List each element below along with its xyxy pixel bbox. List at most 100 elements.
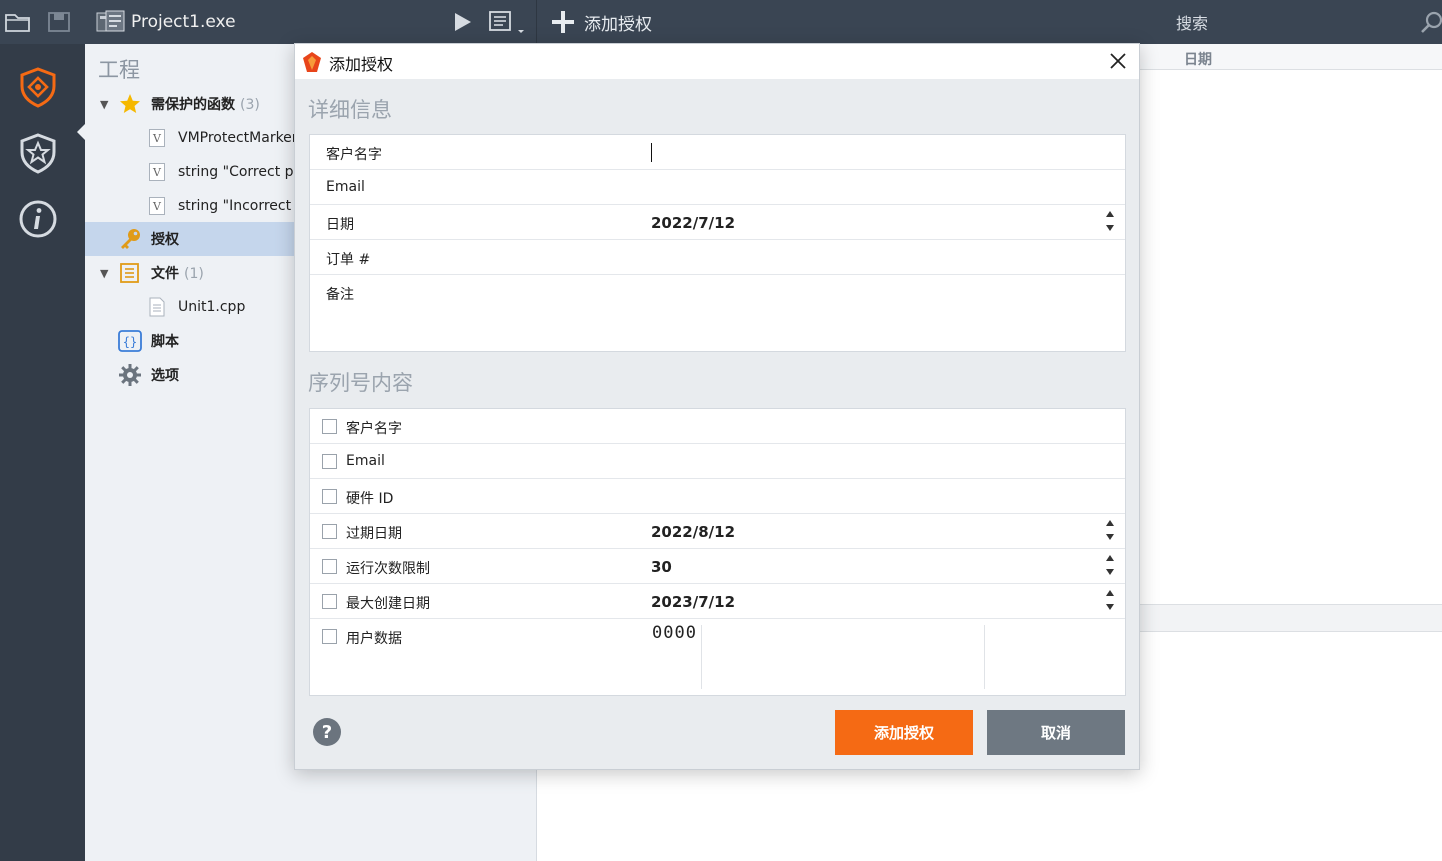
serial-hwid-row[interactable]: 硬件 ID: [310, 479, 1125, 514]
hwid-label: 硬件 ID: [346, 491, 394, 507]
details-grid: 客户名字 Email 日期 2022/7/12 订单 # 备注: [309, 134, 1126, 352]
dialog-title: 添加授权: [329, 55, 394, 74]
run-limit-spinner[interactable]: [1098, 553, 1122, 580]
document-icon: [149, 297, 165, 317]
top-toolbar: Project1.exe 添加授权 搜索: [0, 0, 1442, 44]
max-build-spinner[interactable]: [1098, 588, 1122, 615]
info-icon[interactable]: [17, 198, 59, 240]
spin-down-icon[interactable]: [1106, 604, 1114, 610]
protection-shield-icon[interactable]: [17, 66, 59, 108]
notes-row[interactable]: 备注: [310, 275, 1125, 351]
hex-column-divider: [984, 625, 985, 689]
expand-arrow-icon[interactable]: ▼: [100, 98, 108, 111]
star-shield-icon[interactable]: [17, 132, 59, 174]
spin-down-icon[interactable]: [1106, 534, 1114, 540]
spin-down-icon[interactable]: [1106, 225, 1114, 231]
dialog-titlebar: 添加授权: [295, 44, 1139, 79]
save-icon[interactable]: [47, 0, 71, 44]
expiry-checkbox[interactable]: [322, 524, 337, 539]
cancel-button[interactable]: 取消: [987, 710, 1125, 755]
tree-title: 工程: [98, 58, 140, 82]
user-data-label: 用户数据: [346, 631, 402, 647]
run-icon[interactable]: [450, 0, 474, 44]
expiry-spinner[interactable]: [1098, 518, 1122, 545]
add-license-toolbar-button[interactable]: 添加授权: [584, 0, 652, 44]
spin-up-icon[interactable]: [1106, 520, 1114, 526]
serial-user-data-row[interactable]: 用户数据 0000: [310, 619, 1125, 695]
run-limit-label: 运行次数限制: [346, 561, 430, 577]
notes-label: 备注: [326, 287, 354, 303]
toolbar-divider: [536, 0, 537, 44]
customer-name-checkbox[interactable]: [322, 419, 337, 434]
active-rail-indicator: [77, 124, 85, 140]
exe-file-icon: [96, 0, 126, 44]
serial-customer-name-row[interactable]: 客户名字: [310, 409, 1125, 444]
date-column-label: 日期: [1184, 52, 1212, 68]
open-folder-icon[interactable]: [4, 0, 32, 44]
date-row[interactable]: 日期 2022/7/12: [310, 205, 1125, 240]
max-build-checkbox[interactable]: [322, 594, 337, 609]
tree-label: 文件 (1): [151, 266, 204, 282]
max-build-label: 最大创建日期: [346, 596, 430, 612]
serial-customer-name-label: 客户名字: [346, 421, 402, 437]
serial-section-title: 序列号内容: [308, 371, 413, 395]
plus-icon[interactable]: [550, 0, 576, 44]
serial-expiry-row[interactable]: 过期日期 2022/8/12: [310, 514, 1125, 549]
search-icon[interactable]: [1420, 0, 1442, 44]
search-label: 搜索: [1176, 14, 1209, 33]
max-build-input[interactable]: 2023/7/12: [651, 593, 735, 611]
serial-email-label: Email: [346, 453, 385, 469]
add-license-button[interactable]: 添加授权: [835, 710, 973, 755]
function-v-icon: V: [149, 129, 165, 147]
project-title: Project1.exe: [131, 12, 236, 32]
text-cursor: [651, 143, 652, 162]
date-spinner[interactable]: [1098, 209, 1122, 236]
tree-label: 选项: [151, 368, 179, 384]
compile-menu-icon[interactable]: [488, 0, 528, 44]
key-icon: [118, 228, 142, 250]
expand-arrow-icon[interactable]: ▼: [100, 267, 108, 280]
date-input[interactable]: 2022/7/12: [651, 214, 735, 232]
spin-down-icon[interactable]: [1106, 569, 1114, 575]
spin-up-icon[interactable]: [1106, 555, 1114, 561]
customer-name-row[interactable]: 客户名字: [310, 135, 1125, 170]
details-section-title: 详细信息: [308, 98, 392, 122]
serial-run-limit-row[interactable]: 运行次数限制 30: [310, 549, 1125, 584]
function-v-icon: V: [149, 197, 165, 215]
tree-label: 需保护的函数 (3): [151, 97, 260, 113]
file-list-icon: [119, 262, 141, 284]
script-braces-icon: {}: [118, 330, 142, 352]
spin-up-icon[interactable]: [1106, 590, 1114, 596]
close-icon[interactable]: [1107, 50, 1129, 72]
order-row[interactable]: 订单 #: [310, 240, 1125, 275]
run-limit-input[interactable]: 30: [651, 558, 672, 576]
order-label: 订单 #: [326, 252, 371, 268]
serial-grid: 客户名字 Email 硬件 ID 过期日期 2022/8/12 运行次数限制 3…: [309, 408, 1126, 696]
tree-label: string "Correct pa: [178, 164, 303, 180]
tree-label: string "Incorrect p: [178, 198, 305, 214]
user-data-checkbox[interactable]: [322, 629, 337, 644]
customer-name-label: 客户名字: [326, 147, 382, 163]
email-row[interactable]: Email: [310, 170, 1125, 205]
spin-up-icon[interactable]: [1106, 211, 1114, 217]
hwid-checkbox[interactable]: [322, 489, 337, 504]
help-icon[interactable]: ?: [313, 718, 341, 746]
horizontal-splitter[interactable]: [1140, 604, 1442, 632]
tree-label: 授权: [151, 232, 179, 248]
email-label: Email: [326, 179, 365, 195]
hex-column-divider: [701, 625, 702, 689]
gear-icon: [118, 363, 142, 387]
serial-max-build-row[interactable]: 最大创建日期 2023/7/12: [310, 584, 1125, 619]
date-label: 日期: [326, 217, 354, 233]
date-column-header[interactable]: 日期: [1140, 44, 1442, 70]
user-data-hex-input[interactable]: 0000: [652, 623, 697, 643]
tree-label: VMProtectMarker: [178, 130, 298, 146]
expiry-input[interactable]: 2022/8/12: [651, 523, 735, 541]
email-checkbox[interactable]: [322, 454, 337, 469]
run-limit-checkbox[interactable]: [322, 559, 337, 574]
add-license-dialog: 添加授权 详细信息 客户名字 Email 日期 2022/7/12 订单 # 备…: [294, 43, 1140, 770]
tree-label: 脚本: [151, 334, 179, 350]
svg-text:{}: {}: [123, 335, 137, 349]
tree-label: Unit1.cpp: [178, 299, 246, 315]
serial-email-row[interactable]: Email: [310, 444, 1125, 479]
